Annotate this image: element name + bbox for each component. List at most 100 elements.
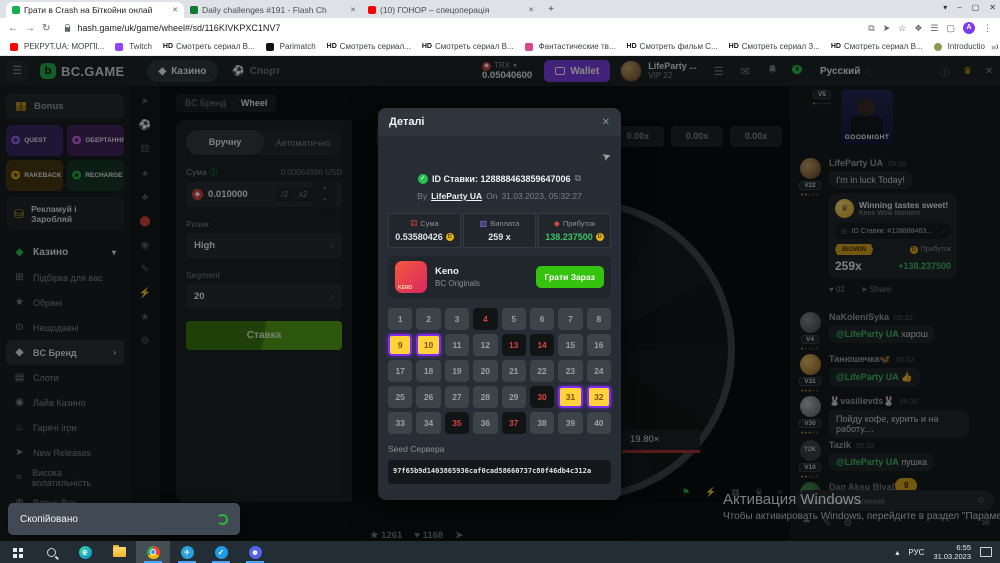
tab-close-icon[interactable]: ✕ [528, 6, 534, 14]
url-box[interactable]: hash.game/uk/game/wheel#/sd/116KIVKPXC1N… [57, 21, 861, 36]
bookmark-label: Twitch [129, 42, 152, 51]
language-indicator[interactable]: РУС [908, 548, 924, 557]
bookmarks-overflow-icon[interactable]: » [985, 42, 996, 52]
bookmark-item[interactable]: HD Смотреть сериал В... [831, 42, 923, 51]
minimize-button[interactable]: – [957, 3, 961, 12]
toast-text: Скопійовано [20, 514, 217, 525]
bookmark-hd-badge: HD [729, 43, 739, 50]
taskbar-telegram[interactable]: ✈ [170, 541, 204, 563]
keno-cell: 24 [587, 360, 611, 382]
bookmark-item[interactable]: Фантастические тв... [525, 42, 616, 51]
bookmark-label: Смотреть сериал З... [742, 42, 820, 51]
keno-cell: 3 [445, 308, 469, 330]
new-tab-button[interactable]: + [544, 3, 558, 17]
profile-avatar[interactable]: A [963, 22, 975, 34]
keno-cell: 1 [388, 308, 412, 330]
keno-cell: 36 [473, 412, 497, 434]
taskbar-app[interactable]: ✓ [204, 541, 238, 563]
bet-details-modal: Деталі ✕ ➤ ✓ ID Ставки: 1288884638596470… [378, 108, 621, 500]
keno-cell: 18 [416, 360, 440, 382]
modal-close-icon[interactable]: ✕ [602, 117, 610, 128]
server-seed-value[interactable]: 97f65b9d1403865936caf0cad58660737c80f46d… [388, 460, 611, 484]
stat-payout: ▥Виплата 259 x [463, 213, 536, 248]
keno-cell: 15 [558, 334, 582, 356]
keno-cell: 9 [388, 334, 412, 356]
bookmark-item[interactable]: Parimatch [266, 42, 316, 51]
bookmark-star-icon[interactable]: ☆ [898, 23, 906, 34]
keno-cell: 26 [416, 386, 440, 408]
tab-title: Daily challenges #191 - Flash Ch [202, 5, 346, 15]
tab-close-icon[interactable]: ✕ [350, 6, 356, 14]
taskbar-explorer[interactable] [102, 541, 136, 563]
bookmark-item[interactable]: HD Смотреть сериал В... [163, 42, 255, 51]
notification-center-icon[interactable] [980, 547, 992, 557]
bookmark-hd-badge: HD [831, 43, 841, 50]
bet-author-link[interactable]: LifeParty UA [431, 191, 482, 201]
coin-icon: D [596, 233, 604, 241]
bookmark-item[interactable]: HD Смотреть сериал В... [422, 42, 514, 51]
modal-title: Деталі [389, 116, 425, 128]
back-icon[interactable]: ← [8, 23, 18, 34]
browser-tab[interactable]: Грати в Crash на Біткойни онлай ✕ [6, 2, 184, 18]
game-card: Keno BC Originals Грати Зараз [388, 256, 611, 298]
bookmark-item[interactable]: HD Смотреть фильм С... [627, 42, 718, 51]
tab-search-icon[interactable]: ▾ [943, 3, 947, 12]
server-seed-label: Seed Сервера [388, 444, 611, 454]
bookmark-item[interactable]: HD Смотреть сериал... [327, 42, 411, 51]
tabs: Грати в Crash на Біткойни онлай ✕ Daily … [6, 2, 540, 18]
tab-favicon [368, 6, 376, 14]
screenshot-icon[interactable]: ⧉ [868, 23, 874, 34]
share-icon[interactable]: ➤ [883, 23, 891, 34]
keno-cell: 32 [587, 386, 611, 408]
bookmark-item[interactable]: HD Смотреть сериал З... [729, 42, 820, 51]
keno-cell: 30 [530, 386, 554, 408]
keno-cell: 37 [502, 412, 526, 434]
tab-favicon [12, 6, 20, 14]
keno-cell: 40 [587, 412, 611, 434]
keno-cell: 14 [530, 334, 554, 356]
bookmark-hd-badge: HD [327, 43, 337, 50]
taskbar-chrome[interactable] [136, 541, 170, 563]
extensions-icon[interactable]: ❖ [914, 23, 922, 34]
game-name: Keno [435, 266, 480, 277]
profit-icon: ◆ [554, 219, 560, 228]
taskbar-search[interactable] [34, 541, 68, 563]
keno-cell: 2 [416, 308, 440, 330]
taskbar-clock[interactable]: 6:55 31.03.2023 [933, 543, 971, 562]
keno-cell: 16 [587, 334, 611, 356]
stat-profit: ◆Прибуток 138.237500D [538, 213, 611, 248]
play-now-button[interactable]: Грати Зараз [536, 266, 604, 288]
start-button[interactable] [0, 541, 34, 563]
reload-icon[interactable]: ↻ [42, 23, 50, 34]
keno-grid: 1234567891011121314151617181920212223242… [388, 308, 611, 434]
copy-icon[interactable]: ⧉ [575, 173, 581, 184]
taskbar: e ✈ ✓ ☻ ▴ РУС 6:55 31.03.2023 [0, 541, 1000, 563]
keno-cell: 19 [445, 360, 469, 382]
close-button[interactable]: ✕ [989, 3, 996, 12]
tab-title: Грати в Crash на Біткойни онлай [24, 5, 168, 15]
address-bar: ← → ↻ hash.game/uk/game/wheel#/sd/116KIV… [0, 18, 1000, 38]
folder-icon [113, 547, 126, 557]
edge-icon: e [79, 546, 92, 559]
menu-kebab-icon[interactable]: ⋮ [983, 23, 992, 34]
bookmark-favicon [525, 43, 533, 51]
keno-cell: 22 [530, 360, 554, 382]
bookmark-item[interactable]: Twitch [115, 42, 152, 51]
bookmark-label: Смотреть сериал В... [844, 42, 923, 51]
tab-close-icon[interactable]: ✕ [172, 6, 178, 14]
browser-tab[interactable]: Daily challenges #191 - Flash Ch ✕ [184, 2, 362, 18]
keno-cell: 11 [445, 334, 469, 356]
forward-icon[interactable]: → [25, 23, 35, 34]
browser-tab[interactable]: (10) ГОНОР – спецоперація ✕ [362, 2, 540, 18]
taskbar-discord[interactable]: ☻ [238, 541, 272, 563]
stat-amount: ⚄Сума 0.53580426D [388, 213, 461, 248]
reading-list-icon[interactable]: ☰ [930, 23, 938, 34]
maximize-button[interactable]: ▢ [972, 3, 980, 12]
tray-expand-icon[interactable]: ▴ [895, 548, 899, 557]
taskbar-edge[interactable]: e [68, 541, 102, 563]
keno-cell: 28 [473, 386, 497, 408]
tab-groups-icon[interactable]: ▢ [946, 23, 955, 34]
share-bet-icon[interactable]: ➤ [600, 149, 613, 164]
clock-time: 6:55 [933, 543, 971, 552]
bookmark-item[interactable]: РЕКРУТ.UA: МОРПІ... [10, 42, 104, 51]
